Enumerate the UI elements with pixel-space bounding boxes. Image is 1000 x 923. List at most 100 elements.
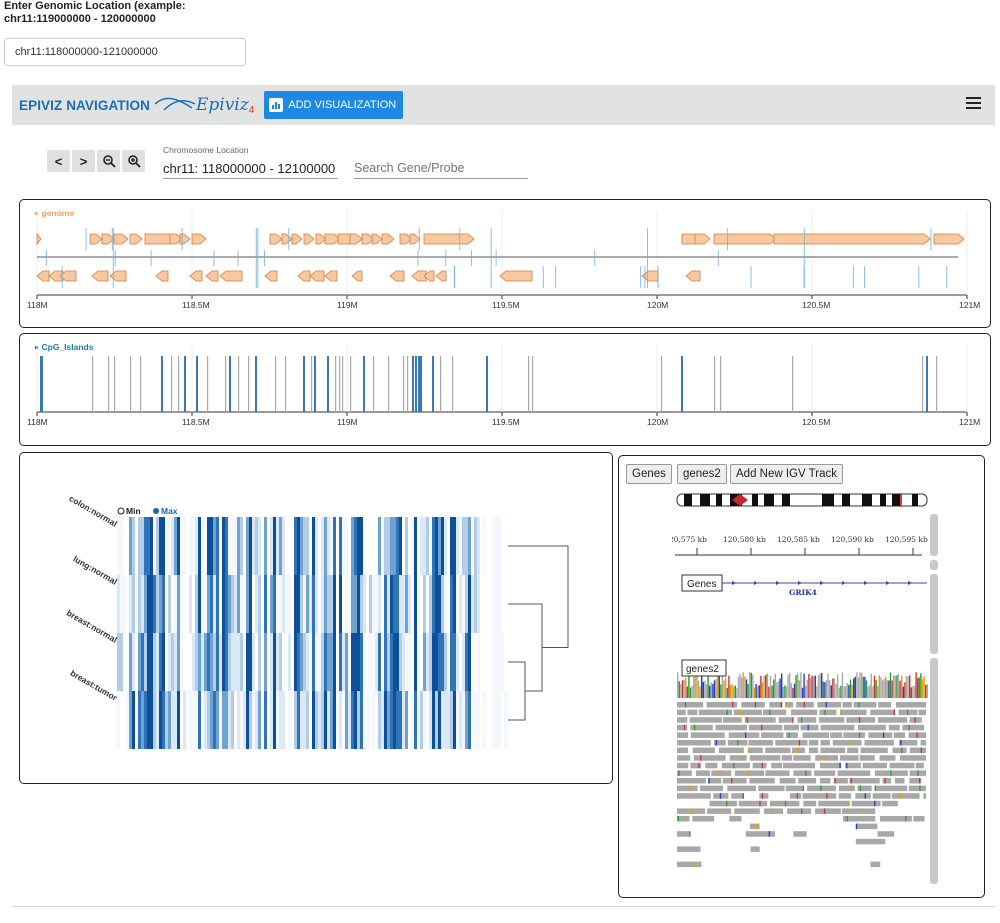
hamburger-menu-icon[interactable]	[966, 97, 981, 109]
coverage-bar	[777, 681, 780, 698]
coverage-bar	[765, 675, 767, 698]
legend-min-label: Min	[126, 506, 141, 516]
zoom-out-button[interactable]	[97, 150, 120, 172]
gene-forward	[269, 233, 283, 245]
aligned-read	[759, 793, 769, 799]
coverage-bar	[699, 686, 701, 698]
cpg-island-mark	[714, 356, 716, 412]
heatmap-cell	[450, 691, 453, 749]
aligned-read	[771, 762, 782, 769]
heatmap-cell	[231, 633, 234, 691]
prev-button[interactable]: <	[47, 150, 70, 172]
cpg-island-mark	[335, 356, 337, 412]
next-button[interactable]: >	[72, 150, 95, 172]
heatmap-cell	[483, 575, 486, 633]
coverage-bar	[736, 687, 738, 698]
gene-forward	[36, 232, 42, 246]
heatmap-cell	[399, 691, 402, 749]
ideogram-band	[782, 494, 790, 506]
heatmap-cell	[396, 633, 399, 691]
heatmap-cell	[411, 517, 414, 575]
igv-genes2-button[interactable]: genes2	[677, 464, 727, 484]
coverage-bar	[904, 682, 906, 698]
heatmap-cell	[306, 691, 309, 749]
aligned-read	[838, 793, 852, 799]
coverage-bar	[875, 680, 877, 698]
read-mismatch	[917, 770, 919, 776]
coverage-bar	[689, 687, 692, 698]
read-mismatch	[874, 785, 877, 792]
gene-forward	[291, 233, 303, 245]
aligned-read	[689, 717, 722, 723]
heatmap-cell	[363, 691, 366, 749]
heatmap-cell	[354, 517, 357, 575]
heatmap-cell	[444, 691, 447, 749]
nav-title: EPIVIZ NAVIGATION	[19, 97, 150, 113]
gene-forward	[281, 233, 293, 245]
gene-probe-search-input[interactable]	[354, 158, 528, 179]
heatmap-cell	[141, 691, 144, 749]
location-input[interactable]	[4, 38, 246, 66]
heatmap-cell	[324, 575, 327, 633]
genes-track-panel[interactable]: ● genome 118M 118.5M 119M 119.5M 120M 120.5M 1…	[19, 199, 991, 328]
axis-tick-label: 119.5M	[492, 417, 520, 427]
genes-track-plot: 118M 118.5M 119M 119.5M 120M 120.5M 121M	[27, 210, 980, 310]
zoom-in-button[interactable]	[122, 150, 145, 172]
aligned-read	[855, 838, 886, 845]
heatmap-cell	[336, 517, 339, 575]
read-mismatch	[906, 709, 909, 716]
heatmap-panel[interactable]: Min Max colon:normal lung:normal breast:no…	[19, 452, 613, 784]
coverage-bar	[776, 682, 778, 698]
add-visualization-button[interactable]: ADD VISUALIZATION	[264, 91, 404, 119]
heatmap-cell	[489, 633, 492, 691]
heatmap-cell	[165, 691, 168, 749]
heatmap-cell	[393, 517, 396, 575]
heatmap-cell	[402, 633, 405, 691]
igv-ruler-label: 20,575 kb	[672, 535, 707, 544]
heatmap-cell	[417, 633, 420, 691]
igv-add-track-button[interactable]: Add New IGV Track	[730, 464, 843, 484]
read-mismatch	[858, 717, 861, 723]
aligned-read	[923, 793, 926, 799]
heatmap-cell	[438, 691, 441, 749]
ideogram-band	[684, 494, 692, 506]
heatmap-cell	[348, 691, 351, 749]
aligned-read	[819, 717, 845, 723]
logo-text: Epiviz	[195, 95, 249, 115]
heatmap-cell	[390, 633, 393, 691]
heatmap-cell	[294, 517, 297, 575]
axis-tick-label: 120.5M	[802, 300, 830, 310]
heatmap-cell	[120, 575, 123, 633]
read-mismatch	[908, 724, 910, 731]
cpg-island-mark	[373, 356, 375, 412]
heatmap-cell	[288, 633, 291, 691]
heatmap-cell	[405, 575, 408, 633]
aligned-read	[855, 823, 878, 830]
heatmap-cell	[264, 517, 267, 575]
coverage-bar	[688, 674, 690, 698]
coverage-bar	[865, 680, 868, 698]
coverage-bar	[773, 679, 775, 698]
aligned-read	[749, 755, 781, 761]
igv-genes-button[interactable]: Genes	[626, 464, 672, 484]
heatmap-cell	[357, 575, 360, 633]
coverage-bar	[713, 680, 716, 698]
heatmap-cell	[249, 575, 252, 633]
heatmap-cell	[423, 575, 426, 633]
heatmap-cell	[399, 517, 402, 575]
heatmap-cell	[159, 633, 162, 691]
coverage-bar	[885, 676, 887, 698]
heatmap-cell	[225, 575, 228, 633]
aligned-read	[707, 778, 722, 784]
read-mismatch	[700, 755, 702, 761]
heatmap-cell	[435, 633, 438, 691]
aligned-read	[778, 717, 794, 723]
heatmap-cell	[240, 691, 243, 749]
aligned-read	[832, 740, 862, 746]
coverage-bar	[763, 676, 765, 698]
axis-tick-label: 120.5M	[802, 417, 830, 427]
chromosome-location-input[interactable]	[163, 158, 338, 179]
read-mismatch	[859, 785, 862, 792]
cpg-track-panel[interactable]: ● CpG_Islands 118M 118.5M 119M 119.5M 120M 12…	[19, 333, 991, 446]
page-divider	[12, 906, 995, 907]
